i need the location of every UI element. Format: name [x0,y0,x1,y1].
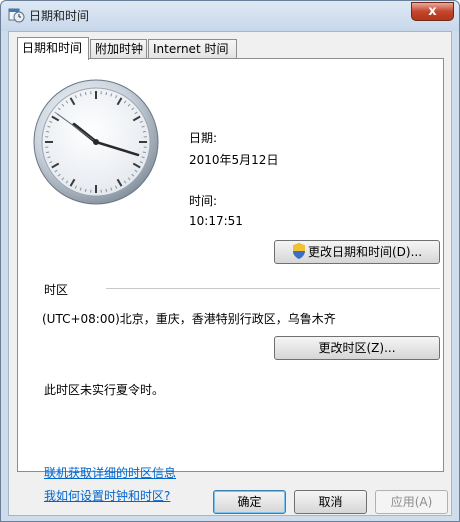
change-date-time-button[interactable]: 更改日期和时间(D)... [274,240,440,264]
clock-minute-tick [46,151,50,154]
clock-minute-tick [105,92,108,96]
tab-panel: 日期: 2010年5月12日 时间: 10:17:51 更改日期和时间(D)..… [17,58,444,503]
clock-minute-tick [142,151,146,154]
date-value: 2010年5月12日 [189,153,279,167]
clock-minute-tick [142,130,146,133]
timezone-value: (UTC+08:00)北京，重庆，香港特别行政区，乌鲁木齐 [42,312,336,326]
uac-shield-icon [292,243,305,259]
how-to-set-clock-link[interactable]: 我如何设置时钟和时区? [44,487,170,504]
online-timezone-info-link[interactable]: 联机获取详细的时区信息 [44,464,176,481]
change-timezone-button[interactable]: 更改时区(Z)... [274,336,440,360]
analog-clock [33,79,159,205]
date-time-dialog: 日期和时间 x 日期和时间 附加时钟 Internet 时间 日期: 2010年… [0,0,460,522]
timezone-divider [106,288,440,289]
title-bar[interactable]: 日期和时间 x [1,1,459,31]
clock-minute-tick [105,188,108,192]
dialog-body: 日期和时间 附加时钟 Internet 时间 日期: 2010年5月12日 时间… [8,31,452,516]
timezone-section-label: 时区 [44,283,69,297]
tab-internet-time[interactable]: Internet 时间 [148,39,237,59]
time-label: 时间: [189,194,218,208]
cancel-button[interactable]: 取消 [294,490,367,514]
clock-minute-tick [84,92,87,96]
clock-minute-tick [46,130,50,133]
clock-calendar-icon [8,8,25,23]
tab-additional-clocks[interactable]: 附加时钟 [90,39,147,59]
window-title: 日期和时间 [29,9,90,23]
time-value: 10:17:51 [189,214,243,228]
change-date-time-label: 更改日期和时间(D)... [307,245,423,259]
tab-date-time[interactable]: 日期和时间 [17,37,89,60]
dst-note: 此时区未实行夏令时。 [44,383,165,397]
close-button[interactable]: x [411,2,454,21]
date-label: 日期: [189,131,218,145]
ok-button[interactable]: 确定 [213,490,286,514]
apply-button[interactable]: 应用(A) [375,490,448,514]
clock-minute-tick [84,188,87,192]
